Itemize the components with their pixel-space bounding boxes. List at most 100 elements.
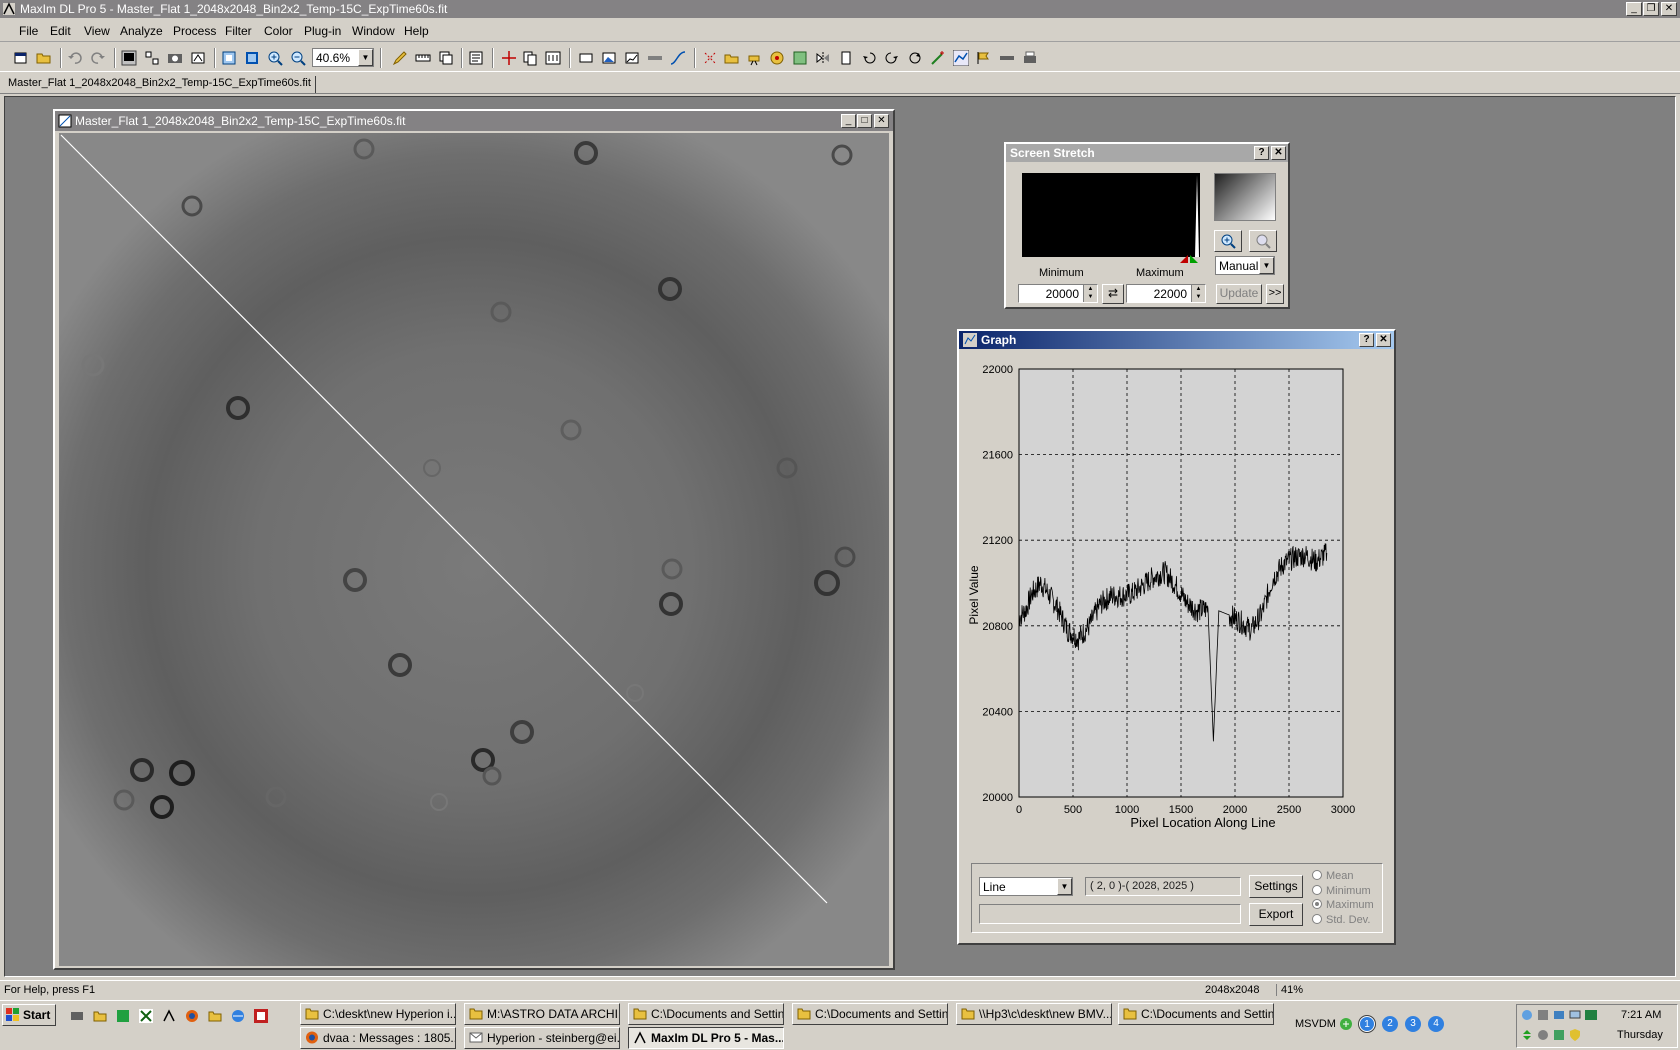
- start-button[interactable]: Start: [2, 1004, 56, 1026]
- rotate-left-icon[interactable]: [861, 50, 877, 66]
- undo-icon[interactable]: [67, 50, 83, 66]
- image-view-icon[interactable]: [121, 50, 137, 66]
- chevron-down-icon[interactable]: ▼: [1057, 878, 1072, 895]
- image-maximize-button[interactable]: □: [857, 114, 872, 128]
- stack-icon[interactable]: [438, 50, 454, 66]
- copy-icon[interactable]: [522, 50, 538, 66]
- observatory-icon[interactable]: [190, 50, 206, 66]
- histogram-icon[interactable]: [624, 50, 640, 66]
- task-hyperion-folder[interactable]: C:\deskt\new Hyperion i...: [300, 1003, 456, 1025]
- full-screen-icon[interactable]: [244, 50, 260, 66]
- sync-icon[interactable]: [1553, 1009, 1565, 1021]
- line-coords-field[interactable]: ( 2, 0 )-( 2028, 2025 ): [1085, 877, 1241, 896]
- antivirus-icon[interactable]: [1553, 1029, 1565, 1041]
- minimize-button[interactable]: _: [1626, 2, 1642, 16]
- vdm-grid-icon[interactable]: [1339, 1017, 1353, 1031]
- camera-icon[interactable]: [167, 50, 183, 66]
- menu-plugin[interactable]: Plug-in: [304, 24, 341, 38]
- shield-icon[interactable]: [1569, 1029, 1581, 1041]
- maximum-spinner[interactable]: ▲ ▼: [1191, 285, 1205, 302]
- ruler-icon[interactable]: [415, 50, 431, 66]
- rotate-icon[interactable]: [907, 50, 923, 66]
- task-documents-3[interactable]: C:\Documents and Settin...: [1118, 1003, 1274, 1025]
- image-icon[interactable]: [601, 50, 617, 66]
- excel-icon[interactable]: [139, 1009, 153, 1023]
- stretch-close-button[interactable]: ✕: [1271, 146, 1286, 160]
- zoom-select[interactable]: 40.6% ▼: [312, 48, 374, 67]
- workspace-3[interactable]: 3: [1405, 1016, 1421, 1032]
- show-desktop-icon[interactable]: [70, 1009, 84, 1023]
- menu-view[interactable]: View: [84, 24, 110, 38]
- folder-icon[interactable]: [208, 1009, 222, 1023]
- id-icon[interactable]: [1585, 1009, 1597, 1021]
- rotate-right-icon[interactable]: [884, 50, 900, 66]
- screen-stretch-window[interactable]: Screen Stretch ? ✕ Minimum Maximum 20000…: [1004, 142, 1290, 309]
- mirror-icon[interactable]: [838, 50, 854, 66]
- menu-edit[interactable]: Edit: [50, 24, 71, 38]
- mount-icon[interactable]: [792, 50, 808, 66]
- image-canvas[interactable]: [59, 133, 889, 966]
- radio-maximum[interactable]: Maximum: [1312, 899, 1374, 911]
- stretch-zoom-out-button[interactable]: [1249, 230, 1277, 252]
- folder-open-icon[interactable]: [724, 50, 740, 66]
- radio-std-dev[interactable]: Std. Dev.: [1312, 914, 1370, 926]
- stretch-zoom-in-button[interactable]: [1214, 230, 1242, 252]
- network-connections-icon[interactable]: [1537, 1009, 1549, 1021]
- green-app-icon[interactable]: [116, 1009, 130, 1023]
- crop-icon[interactable]: [578, 50, 594, 66]
- network-icon[interactable]: [1521, 1009, 1533, 1021]
- close-button[interactable]: ✕: [1661, 2, 1677, 16]
- swap-button[interactable]: ⇄: [1102, 284, 1124, 304]
- menu-color[interactable]: Color: [264, 24, 293, 38]
- flat-field-image[interactable]: [59, 133, 889, 966]
- graph-help-button[interactable]: ?: [1359, 333, 1374, 347]
- screen-stretch-caption[interactable]: Screen Stretch ? ✕: [1006, 144, 1288, 162]
- updown-arrows-icon[interactable]: [1521, 1029, 1533, 1041]
- zoom-out-icon[interactable]: [290, 50, 306, 66]
- task-documents-1[interactable]: C:\Documents and Settin...: [628, 1003, 784, 1025]
- zoom-fit-icon[interactable]: [221, 50, 237, 66]
- filter-wheel-icon[interactable]: [769, 50, 785, 66]
- firefox-icon[interactable]: [185, 1009, 199, 1023]
- radio-minimum[interactable]: Minimum: [1312, 885, 1371, 897]
- task-astro-archive[interactable]: M:\ASTRO DATA ARCHI...: [464, 1003, 620, 1025]
- help-button[interactable]: ?: [1254, 146, 1269, 160]
- expand-button[interactable]: >>: [1266, 284, 1284, 304]
- graph-close-button[interactable]: ✕: [1376, 333, 1391, 347]
- crosshair-icon[interactable]: [501, 50, 517, 66]
- new-window-icon[interactable]: [13, 50, 29, 66]
- pencil-icon[interactable]: [392, 50, 408, 66]
- menu-file[interactable]: File: [19, 24, 38, 38]
- monitor-icon[interactable]: [1569, 1009, 1581, 1021]
- internet-explorer-icon[interactable]: [231, 1009, 245, 1023]
- chevron-down-icon[interactable]: ▼: [358, 49, 373, 66]
- task-hyperion-mail[interactable]: Hyperion - steinberg@ei...: [464, 1027, 620, 1049]
- task-documents-2[interactable]: C:\Documents and Settin...: [792, 1003, 948, 1025]
- graph-mode-select[interactable]: Line ▼: [979, 877, 1073, 896]
- update-button[interactable]: Update: [1216, 284, 1262, 304]
- minimum-input[interactable]: 20000 ▲ ▼: [1018, 284, 1098, 303]
- maxim-launch-icon[interactable]: [162, 1009, 176, 1023]
- info-icon[interactable]: [545, 50, 561, 66]
- menu-help[interactable]: Help: [404, 24, 429, 38]
- task-hp3-bmv[interactable]: \\Hp3\c\deskt\new BMV...: [956, 1003, 1112, 1025]
- export-button[interactable]: Export: [1249, 903, 1303, 926]
- image-window[interactable]: Master_Flat 1_2048x2048_Bin2x2_Temp-15C_…: [53, 109, 895, 970]
- stretch-markers-icon[interactable]: [1180, 253, 1200, 265]
- minimum-spinner[interactable]: ▲ ▼: [1083, 285, 1097, 302]
- menu-filter[interactable]: Filter: [225, 24, 252, 38]
- flip-icon[interactable]: [815, 50, 831, 66]
- task-dvaa-messages[interactable]: dvaa : Messages : 1805...: [300, 1027, 456, 1049]
- open-folder-icon[interactable]: [36, 50, 52, 66]
- graph-icon[interactable]: [953, 50, 969, 66]
- task-maxim-dl[interactable]: MaxIm DL Pro 5 - Mas...: [628, 1027, 784, 1049]
- workspace-2[interactable]: 2: [1382, 1016, 1398, 1032]
- restore-button[interactable]: ❐: [1643, 2, 1659, 16]
- image-window-caption[interactable]: Master_Flat 1_2048x2048_Bin2x2_Temp-15C_…: [55, 111, 893, 131]
- workspace-4[interactable]: 4: [1428, 1016, 1444, 1032]
- radio-mean[interactable]: Mean: [1312, 870, 1354, 882]
- image-minimize-button[interactable]: _: [841, 114, 856, 128]
- redo-icon[interactable]: [90, 50, 106, 66]
- bar-icon[interactable]: [999, 50, 1015, 66]
- menu-analyze[interactable]: Analyze: [120, 24, 163, 38]
